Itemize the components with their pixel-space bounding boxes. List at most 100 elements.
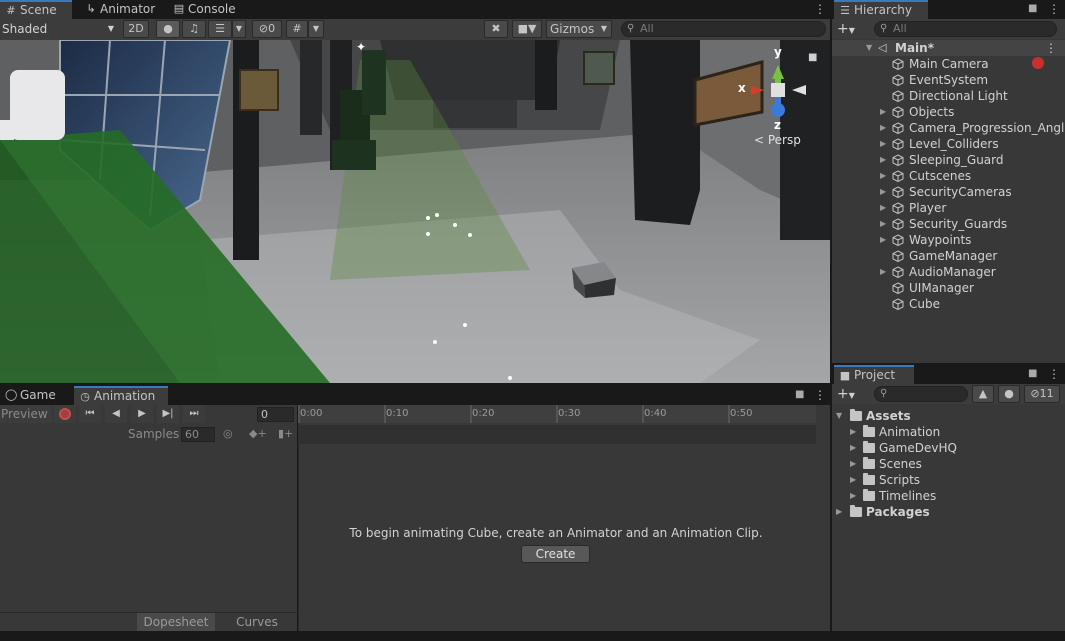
hierarchy-item[interactable]: ▶ SecurityCameras (832, 184, 1065, 200)
lock-icon[interactable]: ■ (1028, 3, 1037, 14)
expand-arrow-icon[interactable]: ▶ (850, 456, 860, 472)
timeline-tick-label: 0:40 (644, 408, 667, 419)
add-event-icon[interactable]: ▮+ (278, 427, 293, 440)
expand-arrow-icon[interactable]: ▶ (880, 216, 890, 232)
camera-icon[interactable]: ■▼ (512, 20, 542, 38)
packages-folder[interactable]: ▶ Packages (832, 504, 1065, 520)
lock-icon[interactable]: ■ (808, 52, 817, 63)
samples-label: Samples (128, 427, 180, 441)
animation-menu-icon[interactable]: ⋮ (814, 386, 826, 405)
hierarchy-item[interactable]: ▶ Cutscenes (832, 168, 1065, 184)
asset-folder-label: Scripts (879, 473, 921, 487)
expand-arrow-icon[interactable]: ▶ (880, 184, 890, 200)
gizmos-button[interactable]: Gizmos ▼ (546, 20, 612, 38)
hierarchy-item[interactable]: ▶ Objects (832, 104, 1065, 120)
timeline-ruler[interactable]: 0:00 0:10 0:20 0:30 0:40 0:50 (298, 405, 816, 423)
hierarchy-item[interactable]: Directional Light (832, 88, 1065, 104)
hierarchy-item[interactable]: ▶ Security_Guards (832, 216, 1065, 232)
lock-icon[interactable]: ■ (795, 389, 804, 400)
hierarchy-item[interactable]: ▶ Waypoints (832, 232, 1065, 248)
asset-folder-item[interactable]: ▶ Timelines (832, 488, 1065, 504)
hierarchy-item[interactable]: Cube (832, 296, 1065, 312)
expand-arrow-icon[interactable]: ▶ (880, 120, 890, 136)
keyframe-filter-icon[interactable]: ◎ (223, 427, 233, 440)
tab-animation[interactable]: ◷ Animation (74, 386, 168, 405)
hierarchy-item[interactable]: GameManager (832, 248, 1065, 264)
scene-root-item[interactable]: ▼ ◁ Main* ⋮ (832, 40, 1065, 56)
audio-toggle-icon[interactable]: ♫ (182, 20, 206, 38)
effects-dropdown-icon[interactable]: ▼ (232, 20, 246, 38)
projection-label[interactable]: < Persp (754, 133, 801, 147)
add-keyframe-icon[interactable]: ◆+ (249, 427, 267, 440)
scene-menu-icon[interactable]: ⋮ (1045, 40, 1057, 56)
effects-toggle-icon[interactable]: ☰ (208, 20, 232, 38)
expand-arrow-icon[interactable]: ▶ (880, 232, 890, 248)
expand-arrow-icon[interactable]: ▶ (850, 488, 860, 504)
hierarchy-item[interactable]: ▶ AudioManager (832, 264, 1065, 280)
hierarchy-item[interactable]: EventSystem (832, 72, 1065, 88)
tab-animator[interactable]: ↳ Animator (80, 0, 160, 19)
asset-folder-item[interactable]: ▶ Scenes (832, 456, 1065, 472)
timeline-event-strip[interactable] (298, 425, 816, 444)
expand-arrow-icon[interactable]: ▶ (880, 136, 890, 152)
dopesheet-tab[interactable]: Dopesheet (137, 613, 215, 631)
expand-arrow-icon[interactable]: ▶ (880, 200, 890, 216)
expand-arrow-icon[interactable]: ▶ (850, 440, 860, 456)
record-button[interactable] (54, 405, 76, 423)
scene-search-input[interactable]: ⚲ All (621, 21, 826, 37)
expand-arrow-icon[interactable]: ▶ (880, 168, 890, 184)
first-keyframe-icon[interactable]: ⏮ (79, 405, 101, 423)
tools-icon[interactable]: ✖ (484, 20, 508, 38)
hidden-packages-toggle[interactable]: ⊘11 (1024, 385, 1060, 403)
add-object-button[interactable]: +▼ (837, 19, 865, 39)
hierarchy-item[interactable]: ▶ Player (832, 200, 1065, 216)
hierarchy-item[interactable]: ▶ Camera_Progression_Angles (832, 120, 1065, 136)
hierarchy-search-input[interactable]: ⚲ All (874, 21, 1057, 37)
hierarchy-item[interactable]: Main Camera (832, 56, 1065, 72)
expand-arrow-icon[interactable]: ▶ (850, 424, 860, 440)
lock-icon[interactable]: ■ (1028, 368, 1037, 379)
expand-arrow-icon[interactable]: ▶ (880, 104, 890, 120)
tab-project[interactable]: ■ Project (834, 365, 914, 384)
expand-arrow-icon[interactable]: ▶ (880, 152, 890, 168)
frame-input[interactable]: 0 (257, 407, 294, 422)
filter-label-icon[interactable]: ● (998, 385, 1020, 403)
next-keyframe-icon[interactable]: ▶| (157, 405, 179, 423)
assets-folder[interactable]: ▼ Assets (832, 408, 1065, 424)
hierarchy-item[interactable]: UIManager (832, 280, 1065, 296)
lighting-toggle-icon[interactable]: ● (156, 20, 180, 38)
scene-viewport[interactable]: y x z < Persp ■ ✦ (0, 40, 830, 383)
create-button[interactable]: Create (521, 545, 590, 563)
previous-keyframe-icon[interactable]: ◀ (105, 405, 127, 423)
mode-2d-button[interactable]: 2D (123, 20, 149, 38)
preview-toggle[interactable]: Preview (0, 405, 52, 423)
asset-folder-item[interactable]: ▶ GameDevHQ (832, 440, 1065, 456)
expand-arrow-icon[interactable]: ▶ (880, 264, 890, 280)
project-search-input[interactable]: ⚲ (874, 386, 968, 402)
hierarchy-item[interactable]: ▶ Level_Colliders (832, 136, 1065, 152)
grid-dropdown-icon[interactable]: ▼ (308, 20, 324, 38)
tab-hierarchy[interactable]: ☰ Hierarchy (834, 0, 928, 19)
samples-input[interactable]: 60 (181, 427, 215, 442)
asset-folder-item[interactable]: ▶ Animation (832, 424, 1065, 440)
create-asset-button[interactable]: +▼ (837, 384, 865, 404)
record-icon (59, 408, 71, 420)
tab-game[interactable]: ◯ Game (0, 386, 70, 405)
last-keyframe-icon[interactable]: ⏭ (183, 405, 205, 423)
tab-scene[interactable]: # Scene (0, 0, 72, 19)
play-icon[interactable]: ▶ (131, 405, 153, 423)
scene-menu-icon[interactable]: ⋮ (814, 0, 826, 19)
clock-icon: ◷ (80, 390, 90, 403)
orientation-gizmo[interactable]: y x z < Persp (735, 45, 815, 150)
tab-console[interactable]: ▤ Console (168, 0, 248, 19)
hierarchy-item[interactable]: ▶ Sleeping_Guard (832, 152, 1065, 168)
filter-type-icon[interactable]: ▲ (972, 385, 994, 403)
grid-snap-icon[interactable]: # (286, 20, 308, 38)
curves-tab[interactable]: Curves (218, 613, 296, 631)
hierarchy-menu-icon[interactable]: ⋮ (1048, 0, 1060, 19)
project-menu-icon[interactable]: ⋮ (1048, 365, 1060, 384)
asset-folder-item[interactable]: ▶ Scripts (832, 472, 1065, 488)
visibility-toggle[interactable]: ⊘0 (252, 20, 282, 38)
shading-mode-dropdown[interactable]: Shaded ▼ (0, 20, 118, 38)
expand-arrow-icon[interactable]: ▶ (850, 472, 860, 488)
